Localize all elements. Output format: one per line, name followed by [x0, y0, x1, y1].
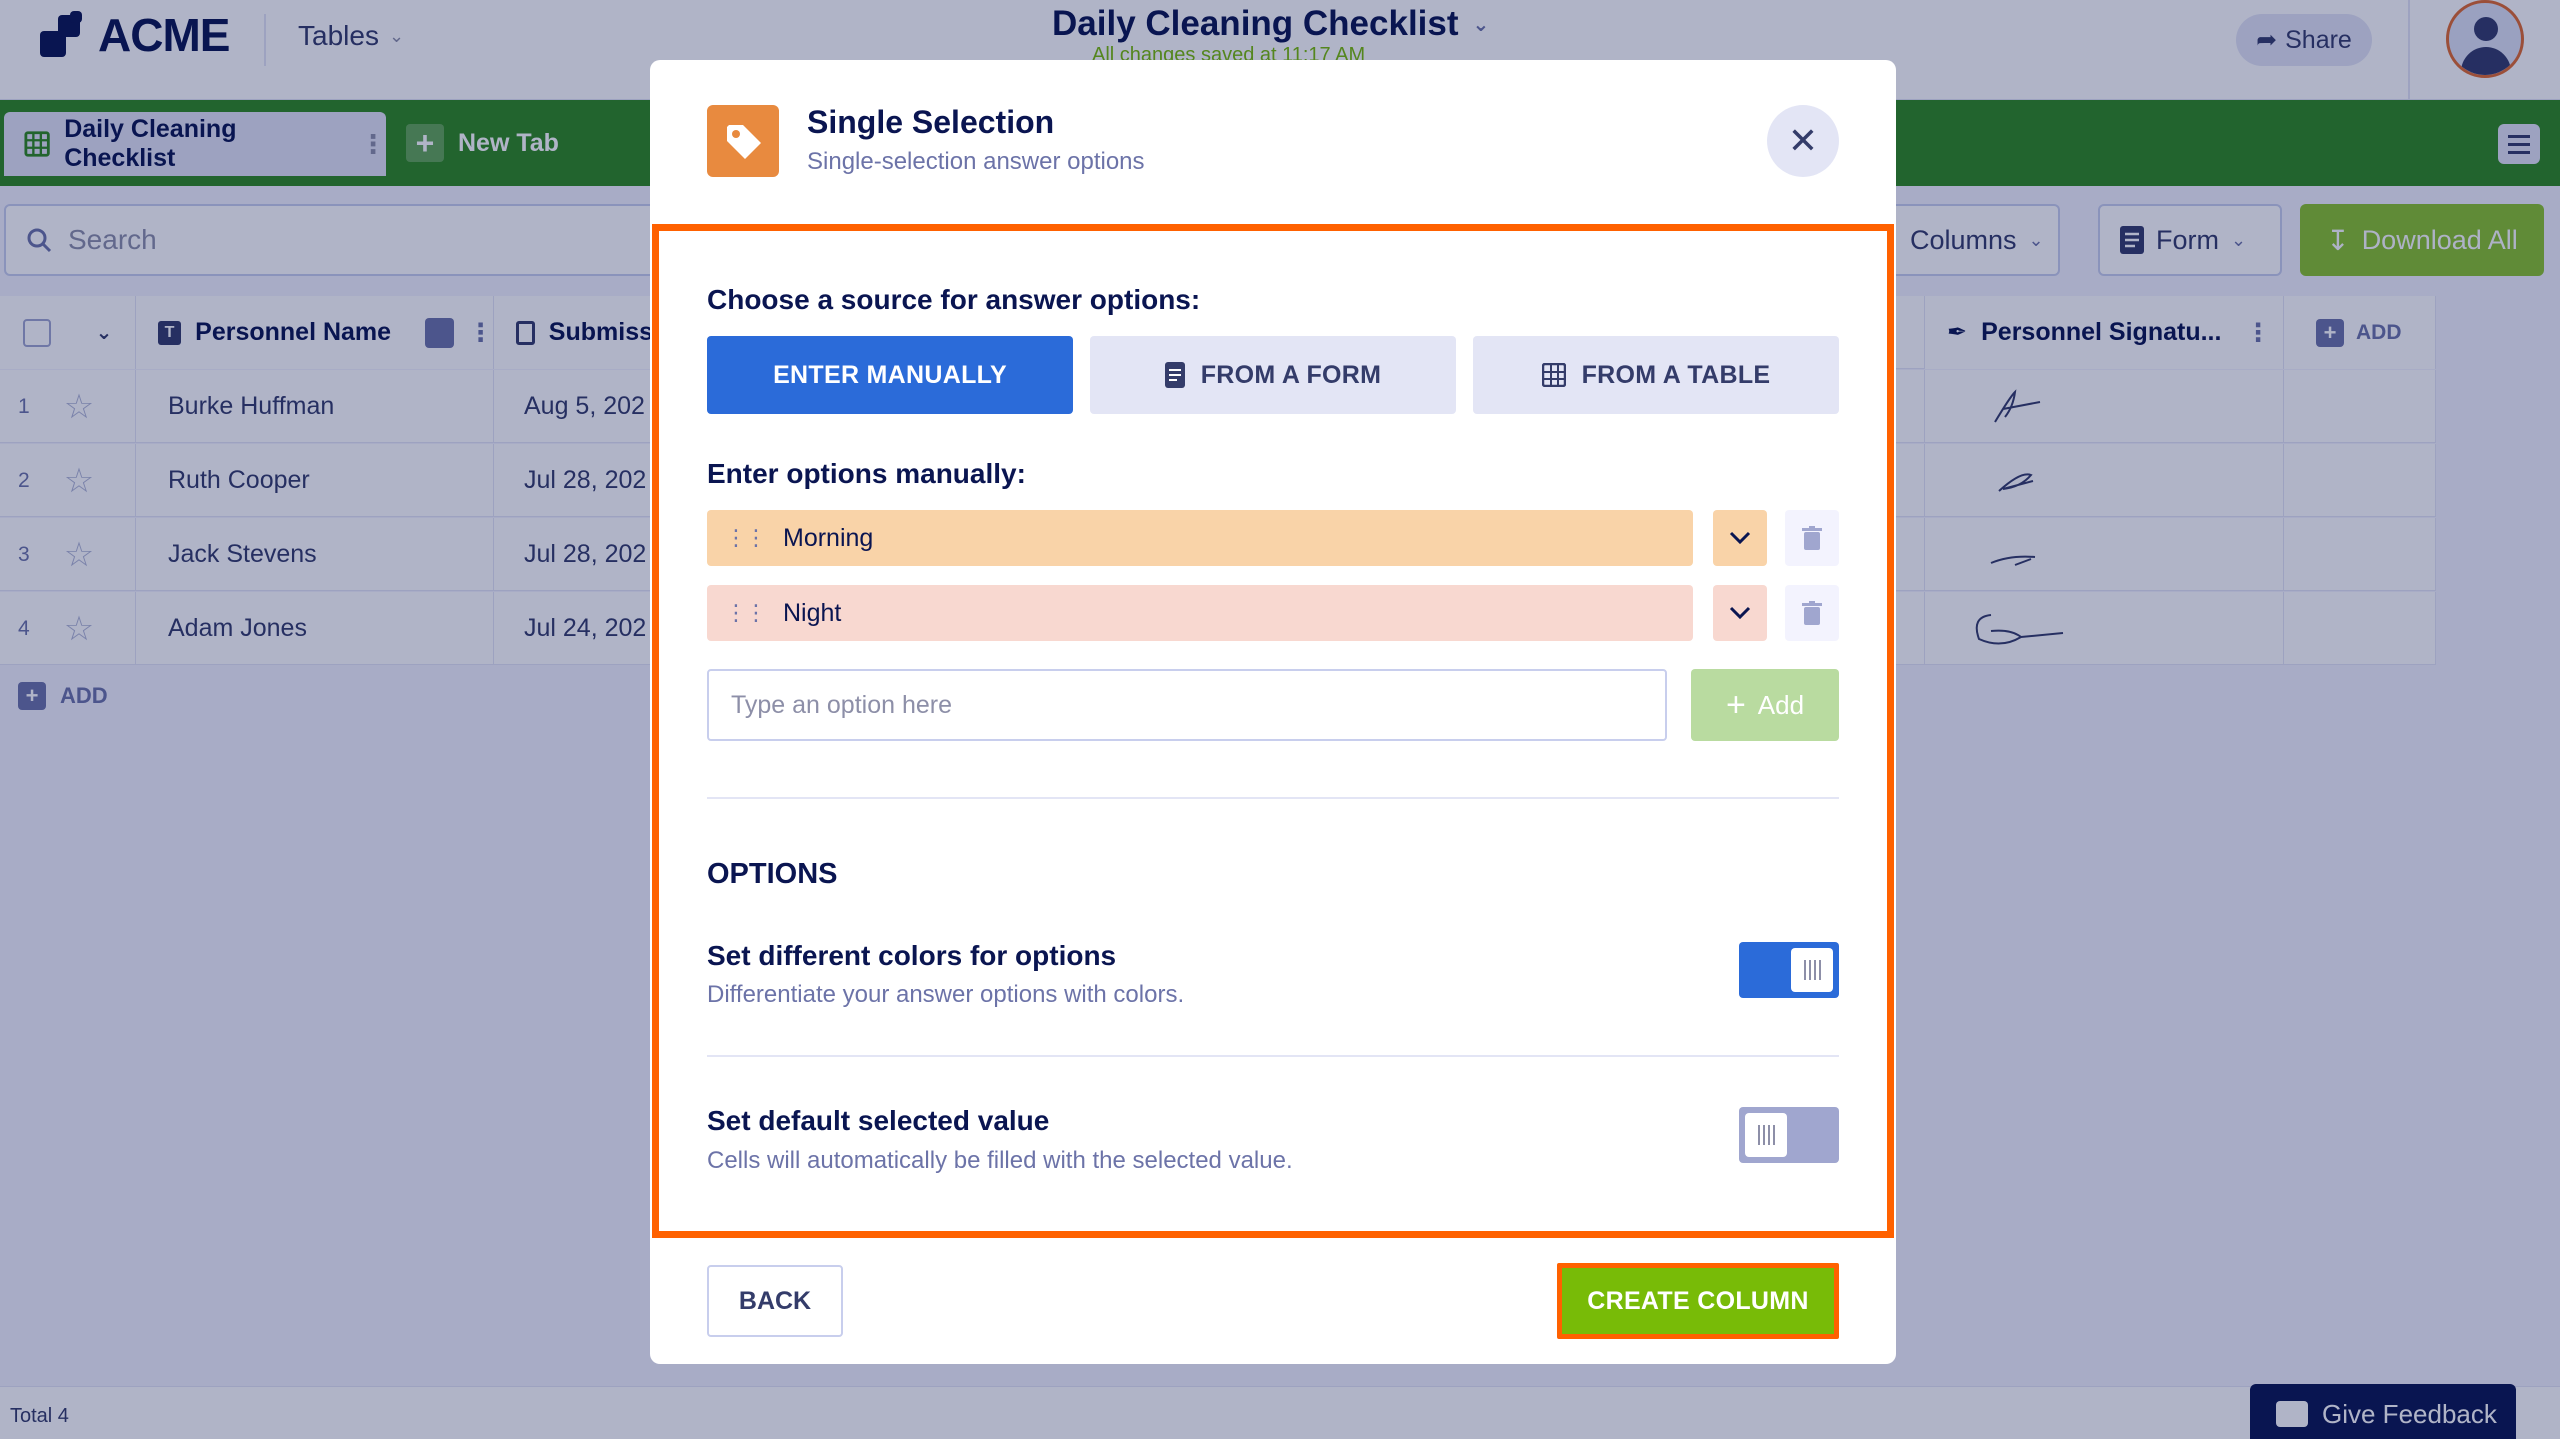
back-button[interactable]: BACK	[707, 1265, 843, 1337]
toggle-knob	[1791, 948, 1833, 992]
trash-icon	[1802, 526, 1822, 550]
dialog-title: Single Selection	[807, 104, 1055, 140]
add-option-button[interactable]: + Add	[1691, 669, 1839, 741]
from-a-table-button[interactable]: FROM A TABLE	[1473, 336, 1839, 414]
colors-toggle[interactable]	[1739, 942, 1839, 998]
option-label: Morning	[783, 523, 874, 552]
default-value-toggle[interactable]	[1739, 1107, 1839, 1163]
form-icon	[1164, 362, 1185, 388]
single-selection-dialog: Single Selection Single-selection answer…	[650, 60, 1896, 1364]
colors-setting-description: Differentiate your answer options with c…	[707, 981, 1185, 1008]
source-label-text: FROM A TABLE	[1581, 360, 1771, 389]
table-icon	[1541, 363, 1566, 387]
trash-icon	[1802, 601, 1822, 625]
option-item[interactable]: ⋮⋮ Night	[707, 585, 1693, 641]
close-icon[interactable]: ✕	[1767, 105, 1839, 177]
divider	[707, 1055, 1839, 1057]
default-value-setting-title: Set default selected value	[707, 1105, 1050, 1136]
plus-icon: +	[1725, 686, 1746, 724]
toggle-knob	[1745, 1113, 1787, 1157]
option-color-picker[interactable]	[1713, 510, 1767, 566]
dialog-subtitle: Single-selection answer options	[807, 148, 1145, 175]
tag-icon	[707, 105, 779, 177]
option-label: Night	[783, 598, 842, 627]
source-label-text: ENTER MANUALLY	[773, 360, 1007, 389]
manual-options-label: Enter options manually:	[707, 458, 1026, 489]
chevron-down-icon	[1729, 606, 1751, 620]
create-column-button[interactable]: CREATE COLUMN	[1557, 1263, 1839, 1339]
delete-option-button[interactable]	[1785, 585, 1839, 641]
options-heading: OPTIONS	[707, 858, 838, 890]
default-value-setting-description: Cells will automatically be filled with …	[707, 1147, 1293, 1174]
colors-setting-title: Set different colors for options	[707, 940, 1117, 971]
dialog-header: Single Selection Single-selection answer…	[650, 60, 1896, 222]
divider	[707, 797, 1839, 799]
new-option-input[interactable]	[707, 669, 1667, 741]
drag-handle-icon[interactable]: ⋮⋮	[725, 602, 767, 624]
source-label: Choose a source for answer options:	[707, 284, 1201, 315]
delete-option-button[interactable]	[1785, 510, 1839, 566]
add-option-label: Add	[1757, 689, 1805, 720]
drag-handle-icon[interactable]: ⋮⋮	[725, 527, 767, 549]
option-color-picker[interactable]	[1713, 585, 1767, 641]
from-a-form-button[interactable]: FROM A FORM	[1090, 336, 1456, 414]
chevron-down-icon	[1729, 531, 1751, 545]
source-label-text: FROM A FORM	[1200, 360, 1382, 389]
enter-manually-button[interactable]: ENTER MANUALLY	[707, 336, 1073, 414]
option-item[interactable]: ⋮⋮ Morning	[707, 510, 1693, 566]
